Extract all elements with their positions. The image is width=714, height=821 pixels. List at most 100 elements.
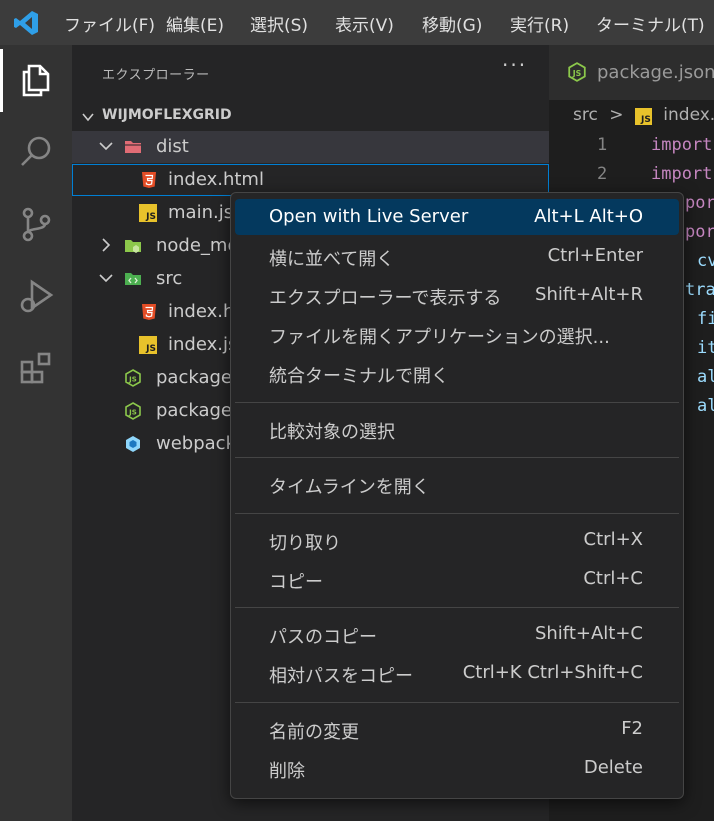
js-icon: JS	[634, 108, 652, 125]
code-fragment: fi	[697, 309, 714, 329]
menu-item-open-timeline[interactable]: タイムラインを開く	[235, 466, 679, 502]
tree-item-label: index.html	[168, 169, 264, 190]
menu-go[interactable]: 移動(G)	[422, 11, 482, 36]
code-fragment: al	[697, 367, 714, 387]
folder-node-icon	[125, 240, 141, 253]
menu-item-rename[interactable]: 名前の変更 F2	[235, 711, 679, 747]
js-icon: JS	[139, 204, 157, 222]
menu-item-delete[interactable]: 削除 Delete	[235, 750, 679, 786]
menu-item-label: 名前の変更	[269, 722, 359, 743]
tree-item-label: package-	[156, 367, 239, 388]
line-number: 2	[597, 164, 608, 184]
menu-item-shortcut: Shift+Alt+C	[534, 623, 643, 644]
menu-item-label: タイムラインを開く	[269, 477, 430, 498]
run-debug-icon[interactable]	[14, 274, 58, 318]
more-actions-icon[interactable]: ···	[502, 53, 527, 77]
tree-item-label: node_mo	[156, 235, 239, 256]
tree-item-label: dist	[156, 136, 189, 157]
menu-item-shortcut: Alt+L Alt+O	[534, 206, 643, 227]
js-icon: JS	[139, 336, 157, 354]
folder-dist-icon	[125, 141, 141, 153]
menu-item-copy-relative-path[interactable]: 相対パスをコピー Ctrl+K Ctrl+Shift+C	[235, 655, 679, 691]
vscode-logo-icon[interactable]	[12, 9, 40, 37]
menu-item-open-with-live-server[interactable]: Open with Live Server Alt+L Alt+O	[235, 199, 679, 235]
menu-item-shortcut: Ctrl+Enter	[547, 245, 643, 266]
line-number: 1	[597, 135, 608, 155]
menu-item-copy-path[interactable]: パスのコピー Shift+Alt+C	[235, 616, 679, 652]
menu-item-shortcut: Ctrl+X	[583, 529, 643, 550]
menu-item-label: 切り取り	[269, 533, 341, 554]
tree-item-label: main.js	[168, 202, 234, 223]
menu-item-open-with[interactable]: ファイルを開くアプリケーションの選択...	[235, 316, 679, 352]
webpack-icon	[126, 436, 140, 452]
menu-item-label: パスのコピー	[269, 627, 377, 648]
menu-item-label: エクスプローラーで表示する	[269, 288, 502, 309]
breadcrumb-separator: >	[609, 105, 624, 125]
nodejs-icon: JS	[125, 402, 141, 420]
code-fragment: cv	[697, 251, 714, 271]
menu-item-shortcut: Ctrl+C	[583, 568, 643, 589]
tree-item-label: webpack	[156, 433, 236, 454]
folder-src-icon	[125, 273, 141, 285]
explorer-title: エクスプローラー	[102, 68, 210, 83]
menu-item-cut[interactable]: 切り取り Ctrl+X	[235, 522, 679, 558]
tree-item-label: index.h	[168, 301, 235, 322]
menu-terminal[interactable]: ターミナル(T)	[596, 11, 705, 36]
menu-item-shortcut: Shift+Alt+R	[535, 284, 643, 305]
files-icon[interactable]	[14, 58, 58, 102]
tree-item-dist[interactable]: dist	[72, 131, 549, 163]
source-control-icon[interactable]	[14, 202, 58, 246]
menu-run[interactable]: 実行(R)	[510, 11, 569, 36]
menu-edit[interactable]: 編集(E)	[166, 11, 224, 36]
menu-item-copy[interactable]: コピー Ctrl+C	[235, 561, 679, 597]
code-fragment: tra	[685, 280, 714, 300]
svg-text:JS: JS	[128, 409, 137, 417]
menu-item-label: 統合ターミナルで開く	[269, 366, 449, 387]
menu-separator	[235, 457, 679, 458]
code-fragment: port	[685, 193, 714, 213]
breadcrumb-file[interactable]: index.js	[663, 105, 714, 125]
menu-view[interactable]: 表示(V)	[335, 11, 394, 36]
menu-item-open-to-side[interactable]: 横に並べて開く Ctrl+Enter	[235, 238, 679, 274]
menu-item-label: 相対パスをコピー	[269, 666, 413, 687]
code-fragment: it	[697, 338, 714, 358]
svg-text:JS: JS	[572, 69, 582, 78]
menu-item-label: 削除	[269, 761, 305, 782]
menu-item-label: コピー	[269, 572, 323, 593]
editor-tab-bar: JS package.json	[549, 45, 714, 100]
code-fragment: port	[685, 222, 714, 242]
menu-item-select-for-compare[interactable]: 比較対象の選択	[235, 411, 679, 447]
search-icon[interactable]	[14, 130, 58, 174]
context-menu: Open with Live Server Alt+L Alt+O 横に並べて開…	[230, 192, 684, 799]
tab-package-json[interactable]: JS package.json	[549, 45, 714, 100]
menu-item-shortcut: F2	[621, 718, 643, 739]
chevron-down-icon	[99, 274, 113, 283]
breadcrumb: src > JS index.js	[573, 105, 714, 125]
active-indicator	[0, 49, 3, 112]
svg-text:JS: JS	[128, 376, 137, 384]
html5-icon	[142, 304, 156, 320]
menu-separator	[235, 702, 679, 703]
nodejs-icon: JS	[568, 62, 586, 82]
menu-item-label: Open with Live Server	[269, 206, 469, 227]
menu-item-label: ファイルを開くアプリケーションの選択...	[269, 327, 610, 348]
chevron-down-icon	[99, 142, 113, 151]
menu-separator	[235, 402, 679, 403]
menu-item-reveal-in-explorer[interactable]: エクスプローラーで表示する Shift+Alt+R	[235, 277, 679, 313]
code-fragment: import	[651, 164, 713, 184]
breadcrumb-folder[interactable]: src	[573, 105, 598, 125]
html5-icon	[142, 172, 156, 188]
menu-item-open-in-terminal[interactable]: 統合ターミナルで開く	[235, 355, 679, 391]
tree-item-label: index.js	[168, 334, 238, 355]
menu-selection[interactable]: 選択(S)	[250, 11, 308, 36]
menu-separator	[235, 607, 679, 608]
menu-item-label: 横に並べて開く	[269, 249, 395, 270]
menu-item-label: 比較対象の選択	[269, 422, 395, 443]
nodejs-icon: JS	[125, 369, 141, 387]
extensions-icon[interactable]	[14, 346, 58, 390]
menu-item-shortcut: Delete	[583, 757, 643, 778]
code-fragment: import	[651, 135, 713, 155]
workspace-section-header[interactable]: WIJMOFLEXGRID	[72, 103, 549, 131]
menu-file[interactable]: ファイル(F)	[64, 11, 155, 36]
tree-item-label: src	[156, 268, 183, 289]
